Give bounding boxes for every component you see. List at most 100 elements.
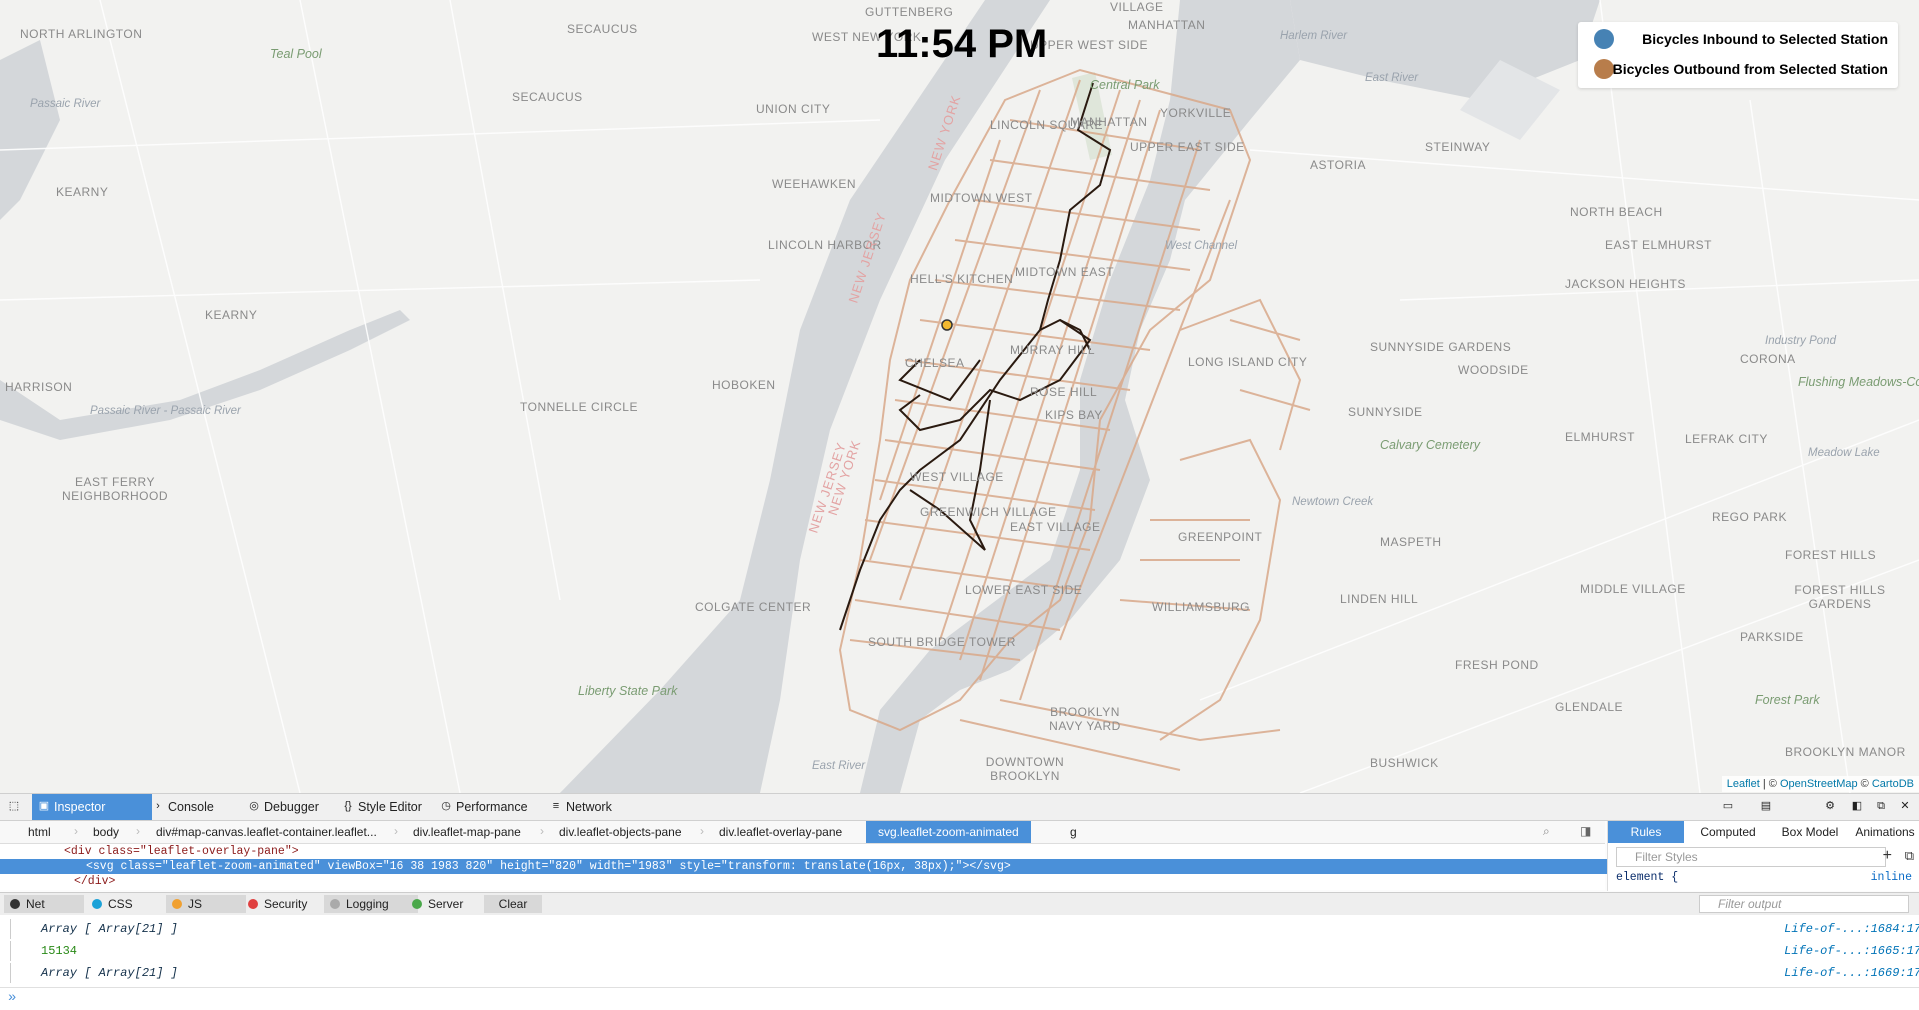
console-message[interactable]: Array [ Array[21] ] Life-of-...:1669:17 (10, 963, 1919, 983)
map-label: UNION CITY (756, 102, 831, 116)
tab-box-model[interactable]: Box Model (1770, 821, 1850, 843)
tab-inspector[interactable]: ▣ Inspector (32, 794, 152, 820)
chevron-right-icon: › (540, 824, 544, 838)
chevron-right-icon: › (700, 824, 704, 838)
pseudo-class-icon[interactable]: ⧉ (1905, 848, 1914, 864)
map-label: YORKVILLE (1160, 106, 1232, 120)
undock-button[interactable]: ⧉ (1870, 794, 1892, 820)
map-label: MASPETH (1380, 535, 1442, 549)
filter-label: Net (26, 897, 45, 911)
tab-console[interactable]: › Console (146, 794, 248, 820)
filter-css[interactable]: CSS (86, 895, 168, 913)
console-input[interactable]: » (0, 987, 1919, 1010)
map-label: Central Park (1090, 78, 1160, 92)
console-source-link[interactable]: Life-of-...:1684:17 (1784, 919, 1919, 939)
breadcrumb-item-selected[interactable]: svg.leaflet-zoom-animated (866, 821, 1031, 843)
markup-node[interactable]: </div> (0, 874, 1667, 889)
filter-logging[interactable]: Logging (324, 895, 418, 913)
map-label: UPPER EAST SIDE (1130, 140, 1245, 154)
filter-label: Security (264, 897, 308, 911)
search-icon[interactable]: ⌕ (1543, 824, 1550, 839)
map-attribution: Leaflet | © OpenStreetMap © CartoDB (1721, 776, 1919, 792)
add-rule-icon[interactable]: + (1883, 847, 1892, 865)
map-label: BROOKLYN MANOR (1785, 745, 1906, 759)
breadcrumb-item[interactable]: div.leaflet-objects-pane (559, 821, 682, 843)
map-label: COLGATE CENTER (695, 600, 812, 614)
map-label: ROSE HILL (1030, 385, 1098, 399)
filter-net[interactable]: Net (4, 895, 84, 913)
markup-node-selected[interactable]: <svg class="leaflet-zoom-animated" viewB… (0, 859, 1679, 874)
clear-button[interactable]: Clear (484, 895, 542, 913)
map-label: East River (812, 760, 866, 772)
filter-label: CSS (108, 897, 133, 911)
console-icon: › (156, 800, 160, 812)
breadcrumb-item[interactable]: g (1070, 821, 1077, 843)
map-label: EAST ELMHURST (1605, 238, 1712, 252)
breadcrumb-item[interactable]: div.leaflet-map-pane (413, 821, 521, 843)
map-label: ELMHURST (1565, 430, 1636, 444)
screenshot-button[interactable]: ▤ (1754, 794, 1778, 820)
map-label: GREENWICH VILLAGE (920, 505, 1057, 519)
map-label: MIDDLE VILLAGE (1580, 582, 1686, 596)
map-label: CORONA (1740, 352, 1796, 366)
console-message-text: Array [ Array[21] ] (41, 966, 178, 980)
map-label: KEARNY (56, 185, 109, 199)
map-label: GUTTENBERG (865, 5, 954, 19)
map-label: Harlem River (1280, 30, 1348, 42)
legend-label: Bicycles Inbound to Selected Station (1642, 31, 1888, 47)
attrib-sep: © (1857, 778, 1872, 790)
legend-item-outbound: Bicycles Outbound from Selected Station (1588, 58, 1888, 80)
filter-output-input[interactable]: Filter output (1699, 895, 1909, 913)
breadcrumb-item[interactable]: html (28, 821, 51, 843)
rule-source[interactable]: inline (1871, 871, 1912, 884)
map-label: LONG ISLAND CITY (1188, 355, 1308, 369)
osm-link[interactable]: OpenStreetMap (1780, 778, 1858, 790)
leaflet-link[interactable]: Leaflet (1727, 778, 1760, 790)
map-label: NORTH BEACH (1570, 205, 1663, 219)
tab-label: Inspector (54, 800, 106, 814)
element-picker-button[interactable]: ⬚ (2, 794, 26, 820)
settings-button[interactable]: ⚙ (1818, 794, 1842, 820)
console-source-link[interactable]: Life-of-...:1669:17 (1784, 963, 1919, 983)
console-message[interactable]: Array [ Array[21] ] Life-of-...:1684:17 (10, 919, 1919, 939)
map-label: SECAUCUS (567, 22, 638, 36)
breadcrumb-item[interactable]: div.leaflet-overlay-pane (719, 821, 842, 843)
map-label: LOWER EAST SIDE (965, 583, 1083, 597)
tab-network[interactable]: ≡ Network (544, 794, 646, 820)
map-label: EAST FERRY NEIGHBORHOOD (61, 475, 168, 503)
filter-label: Server (428, 897, 464, 911)
console-message[interactable]: 15134 Life-of-...:1665:17 (10, 941, 1919, 961)
tab-label: Network (566, 800, 612, 814)
filter-styles-input[interactable]: Filter Styles (1616, 847, 1886, 867)
map-label: Liberty State Park (578, 684, 678, 698)
map-label: KEARNY (205, 308, 258, 322)
filter-security[interactable]: Security (242, 895, 336, 913)
map-canvas[interactable]: GUTTENBERG VILLAGE MANHATTAN WEST NEW YO… (0, 0, 1919, 793)
responsive-mode-button[interactable]: ▭ (1716, 794, 1740, 820)
dock-side-button[interactable]: ◧ (1846, 794, 1868, 820)
tab-performance[interactable]: ◷ Performance (434, 794, 556, 820)
breadcrumb-item[interactable]: div#map-canvas.leaflet-container.leaflet… (156, 821, 377, 843)
console-source-link[interactable]: Life-of-...:1665:17 (1784, 941, 1919, 961)
map-label: LEFRAK CITY (1685, 432, 1768, 446)
map-label: MURRAY HILL (1010, 343, 1096, 357)
tab-label: Debugger (264, 800, 319, 814)
markup-node[interactable]: <div class="leaflet-overlay-pane"> (0, 844, 1657, 859)
map-label: GREENPOINT (1178, 530, 1263, 544)
tab-rules[interactable]: Rules (1608, 821, 1684, 843)
map-label: FOREST HILLS (1785, 548, 1877, 562)
close-devtools-button[interactable]: ✕ (1894, 794, 1916, 820)
tab-computed[interactable]: Computed (1688, 821, 1768, 843)
carto-link[interactable]: CartoDB (1872, 778, 1914, 790)
map-label: Teal Pool (270, 47, 322, 61)
markup-node-text: </div> (74, 875, 116, 888)
map-label: KIPS BAY (1045, 408, 1103, 422)
tab-animations[interactable]: Animations (1850, 821, 1919, 843)
map-label: WILLIAMSBURG (1152, 600, 1251, 614)
filter-js[interactable]: JS (166, 895, 246, 913)
map-label: HELL'S KITCHEN (910, 272, 1014, 286)
markup-view[interactable]: <div class="leaflet-overlay-pane"> <svg … (0, 844, 1679, 890)
breadcrumb-item[interactable]: body (93, 821, 119, 843)
sidebar-toggle-icon[interactable]: ◨ (1580, 824, 1591, 838)
map-label: DOWNTOWN BROOKLYN (985, 755, 1065, 783)
